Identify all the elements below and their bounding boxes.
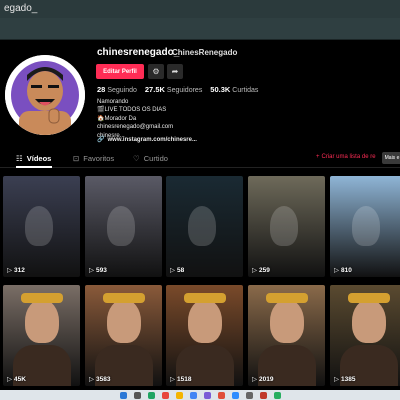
bio-line: 🏠Morador Da <box>97 115 137 122</box>
edit-profile-button[interactable]: Editar Perfil <box>96 64 144 79</box>
play-icon: ▷ <box>170 267 175 274</box>
video-thumbnail[interactable]: ▷ 58 <box>166 176 243 277</box>
gear-icon: ⚙ <box>152 67 160 76</box>
browser-toolbar <box>0 18 400 40</box>
video-figure <box>107 206 135 246</box>
headdress <box>21 293 63 303</box>
video-figure <box>25 206 53 246</box>
video-thumbnail[interactable]: ▷ 3583 <box>85 285 162 386</box>
video-figure <box>188 299 222 343</box>
bookmark-icon: ⊡ <box>73 154 80 163</box>
bio-line: Namorando <box>97 99 129 105</box>
view-count: ▷ 1385 <box>334 375 356 384</box>
tab-favorites[interactable]: ⊡ Favoritos <box>73 154 114 163</box>
video-thumbnail[interactable]: ▷ 259 <box>248 176 325 277</box>
play-icon: ▷ <box>89 376 94 383</box>
headdress <box>266 293 308 303</box>
headdress <box>103 293 145 303</box>
video-thumbnail[interactable]: ▷ 593 <box>85 176 162 277</box>
tab-videos[interactable]: ☷ Vídeos <box>16 154 51 163</box>
play-icon: ▷ <box>89 267 94 274</box>
app-icon[interactable] <box>218 392 225 399</box>
view-count: ▷ 259 <box>252 266 270 275</box>
bio-line: chinesrenegado@gmail.com <box>97 124 174 131</box>
os-taskbar <box>0 390 400 400</box>
app-icon[interactable] <box>176 392 183 399</box>
video-figure <box>107 299 141 343</box>
view-count: ▷ 3583 <box>89 375 111 384</box>
profile-username: chinesrenegado_ <box>97 47 180 58</box>
view-count: ▷ 45K <box>7 375 26 384</box>
share-button[interactable]: ➦ <box>167 64 183 79</box>
app-icon[interactable] <box>274 392 281 399</box>
video-thumbnail[interactable]: ▷ 1385 <box>330 285 400 386</box>
video-thumbnail[interactable]: ▷ 2019 <box>248 285 325 386</box>
app-icon[interactable] <box>162 392 169 399</box>
play-icon: ▷ <box>7 267 12 274</box>
view-count: ▷ 1518 <box>170 375 192 384</box>
app-icon[interactable] <box>148 392 155 399</box>
video-figure <box>188 206 216 246</box>
view-count: ▷ 810 <box>334 266 352 275</box>
app-icon[interactable] <box>260 392 267 399</box>
tooltip: Mais e <box>382 152 400 164</box>
active-tab-indicator <box>16 166 52 168</box>
view-count: ▷ 58 <box>170 266 185 275</box>
tab-liked[interactable]: ♡ Curtido <box>133 154 168 163</box>
create-playlist-button[interactable]: + Criar uma lista de re <box>316 154 376 160</box>
video-figure <box>352 299 386 343</box>
video-thumbnail[interactable]: ▷ 45K <box>3 285 80 386</box>
video-figure <box>270 206 298 246</box>
profile-nickname: ChinesRenegado <box>172 48 238 57</box>
view-count: ▷ 312 <box>7 266 25 275</box>
browser-tab-title: egado_ <box>4 3 38 14</box>
play-icon: ▷ <box>252 376 257 383</box>
grid-icon: ☷ <box>16 154 23 163</box>
share-icon: ➦ <box>171 67 179 76</box>
play-icon: ▷ <box>252 267 257 274</box>
app-icon[interactable] <box>246 392 253 399</box>
video-thumbnail[interactable]: ▷ 312 <box>3 176 80 277</box>
heart-outline-icon: ♡ <box>133 154 140 163</box>
view-count: ▷ 593 <box>89 266 107 275</box>
profile-stats: 28 Seguindo 27.5K Seguidores 50.3K Curtidas <box>97 85 264 94</box>
profile-link[interactable]: 🔗 www.instagram.com/chinesre... <box>97 136 197 144</box>
play-icon: ▷ <box>334 267 339 274</box>
play-icon: ▷ <box>170 376 175 383</box>
view-count: ▷ 2019 <box>252 375 274 384</box>
search-icon[interactable] <box>134 392 141 399</box>
play-icon: ▷ <box>7 376 12 383</box>
play-icon: ▷ <box>334 376 339 383</box>
stat-following[interactable]: 28 Seguindo <box>97 85 137 94</box>
headdress <box>184 293 226 303</box>
video-figure <box>352 206 380 246</box>
video-figure <box>270 299 304 343</box>
app-icon[interactable] <box>190 392 197 399</box>
app-icon[interactable] <box>204 392 211 399</box>
browser-tab[interactable]: egado_ <box>0 0 400 18</box>
bio-line: 🎬LIVE TODOS OS DIAS <box>97 107 167 114</box>
video-thumbnail[interactable]: ▷ 1518 <box>166 285 243 386</box>
headdress <box>348 293 390 303</box>
stat-likes[interactable]: 50.3K Curtidas <box>210 85 258 94</box>
video-thumbnail[interactable]: ▷ 810 <box>330 176 400 277</box>
app-icon[interactable] <box>232 392 239 399</box>
stat-followers[interactable]: 27.5K Seguidores <box>145 85 202 94</box>
settings-gear-button[interactable]: ⚙ <box>148 64 164 79</box>
video-figure <box>25 299 59 343</box>
windows-start-icon[interactable] <box>120 392 127 399</box>
avatar[interactable] <box>5 55 85 135</box>
plus-icon: + <box>316 154 320 160</box>
profile-bio: Namorando 🎬LIVE TODOS OS DIAS 🏠Morador D… <box>97 98 173 140</box>
link-icon: 🔗 <box>97 137 105 143</box>
